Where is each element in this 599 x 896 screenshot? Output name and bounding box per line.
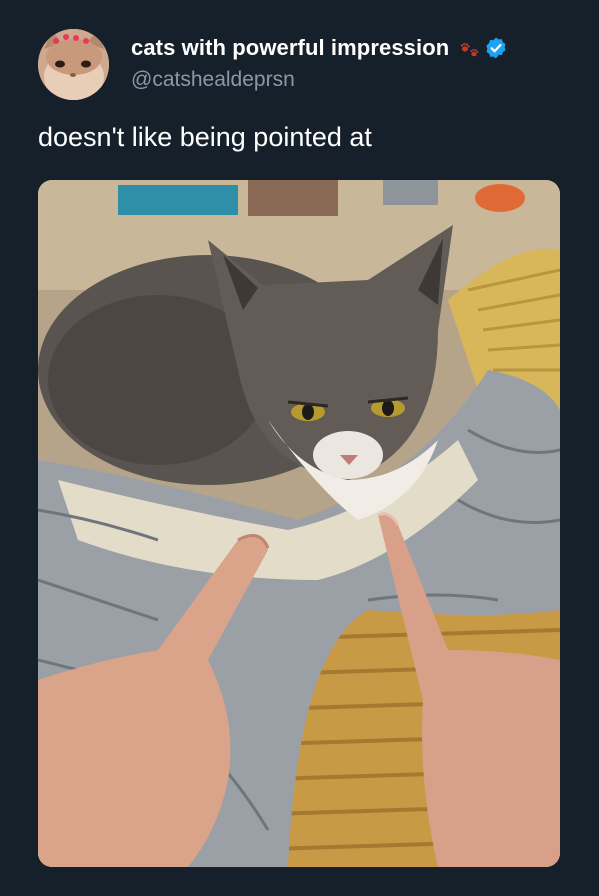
tweet-photo[interactable] bbox=[38, 180, 560, 867]
tweet-text: doesn't like being pointed at bbox=[38, 122, 372, 152]
paw-prints-icon bbox=[459, 37, 481, 59]
author-handle[interactable]: @catshealdeprsn bbox=[131, 68, 295, 92]
cat-face-avatar-icon bbox=[38, 29, 109, 100]
author-display-name[interactable]: cats with powerful impression bbox=[131, 35, 449, 61]
verified-badge-icon bbox=[484, 36, 508, 60]
author-name-row: cats with powerful impression bbox=[131, 33, 508, 63]
tweet: cats with powerful impression @catsheald… bbox=[0, 0, 599, 896]
cat-on-blanket-photo-icon bbox=[38, 180, 560, 867]
author-avatar[interactable] bbox=[38, 29, 109, 100]
